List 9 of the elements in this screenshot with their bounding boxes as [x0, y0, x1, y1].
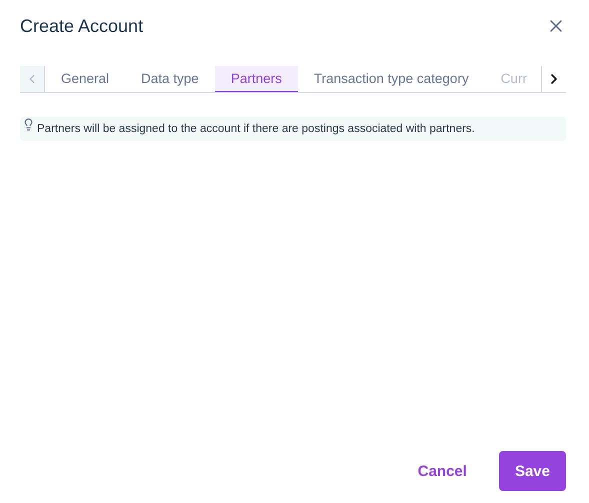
tab[interactable]: General — [45, 66, 126, 92]
tab[interactable]: Partners — [214, 66, 298, 92]
lightbulb-icon — [22, 118, 35, 131]
save-button[interactable]: Save — [498, 451, 566, 491]
cancel-button[interactable]: Cancel — [412, 451, 473, 491]
info-text: Partners will be assigned to the account if there are postings associated with partners. — [37, 123, 475, 135]
dialog-title: Create Account — [20, 16, 144, 36]
tab[interactable]: Data type — [125, 66, 215, 92]
tab[interactable]: Transaction type category — [298, 66, 485, 92]
